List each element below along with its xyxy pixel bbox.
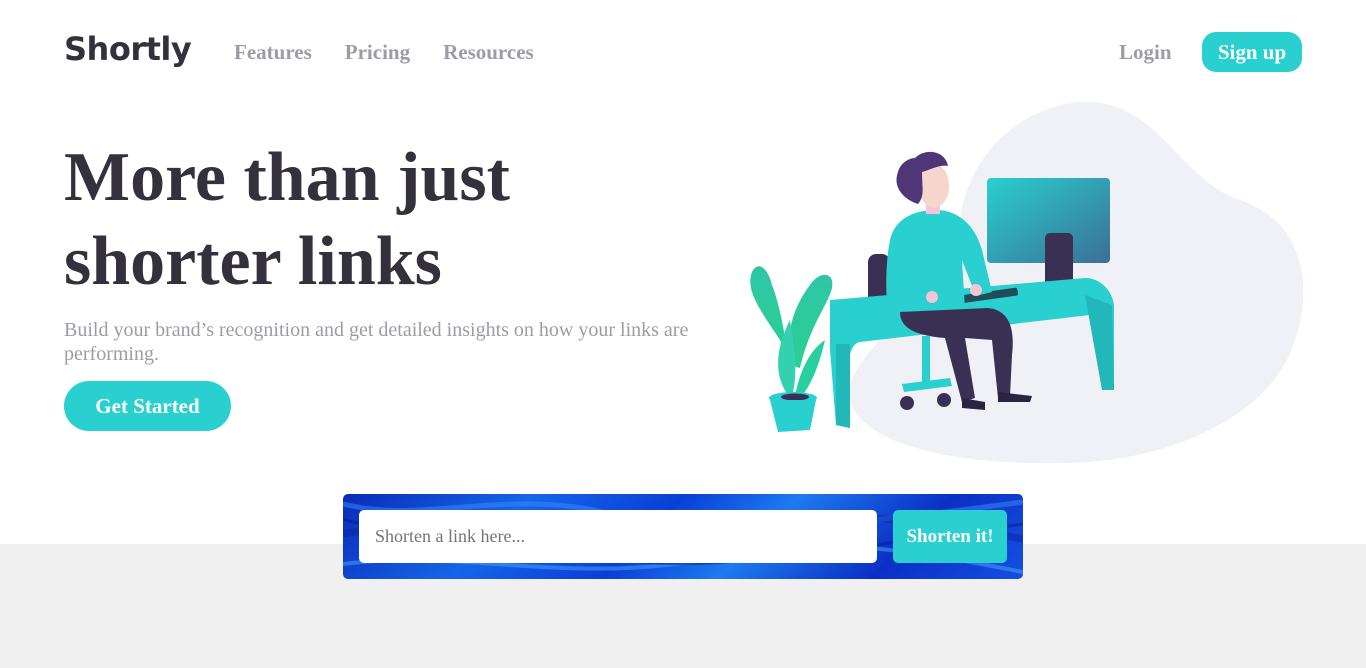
sign-up-button[interactable]: Sign up (1202, 32, 1302, 72)
hero-title-line-2: shorter links (64, 223, 442, 300)
hero-subtitle: Build your brand’s recognition and get d… (64, 319, 689, 365)
person-working-at-desk-illustration (750, 101, 1304, 464)
hero-title-line-1: More than just (64, 139, 510, 216)
shorten-it-button[interactable]: Shorten it! (893, 510, 1007, 563)
main-nav: Features Pricing Resources (234, 40, 534, 65)
shorten-link-input[interactable] (359, 510, 877, 563)
hero-title: More than just shorter links (64, 136, 624, 304)
nav-link-features[interactable]: Features (234, 40, 312, 65)
get-started-button[interactable]: Get Started (64, 381, 231, 431)
login-link[interactable]: Login (1119, 40, 1172, 65)
nav-link-resources[interactable]: Resources (443, 40, 534, 65)
logo[interactable]: Shortly (64, 30, 192, 68)
shorten-form: Shorten it! (343, 494, 1023, 579)
nav-link-pricing[interactable]: Pricing (345, 40, 410, 65)
